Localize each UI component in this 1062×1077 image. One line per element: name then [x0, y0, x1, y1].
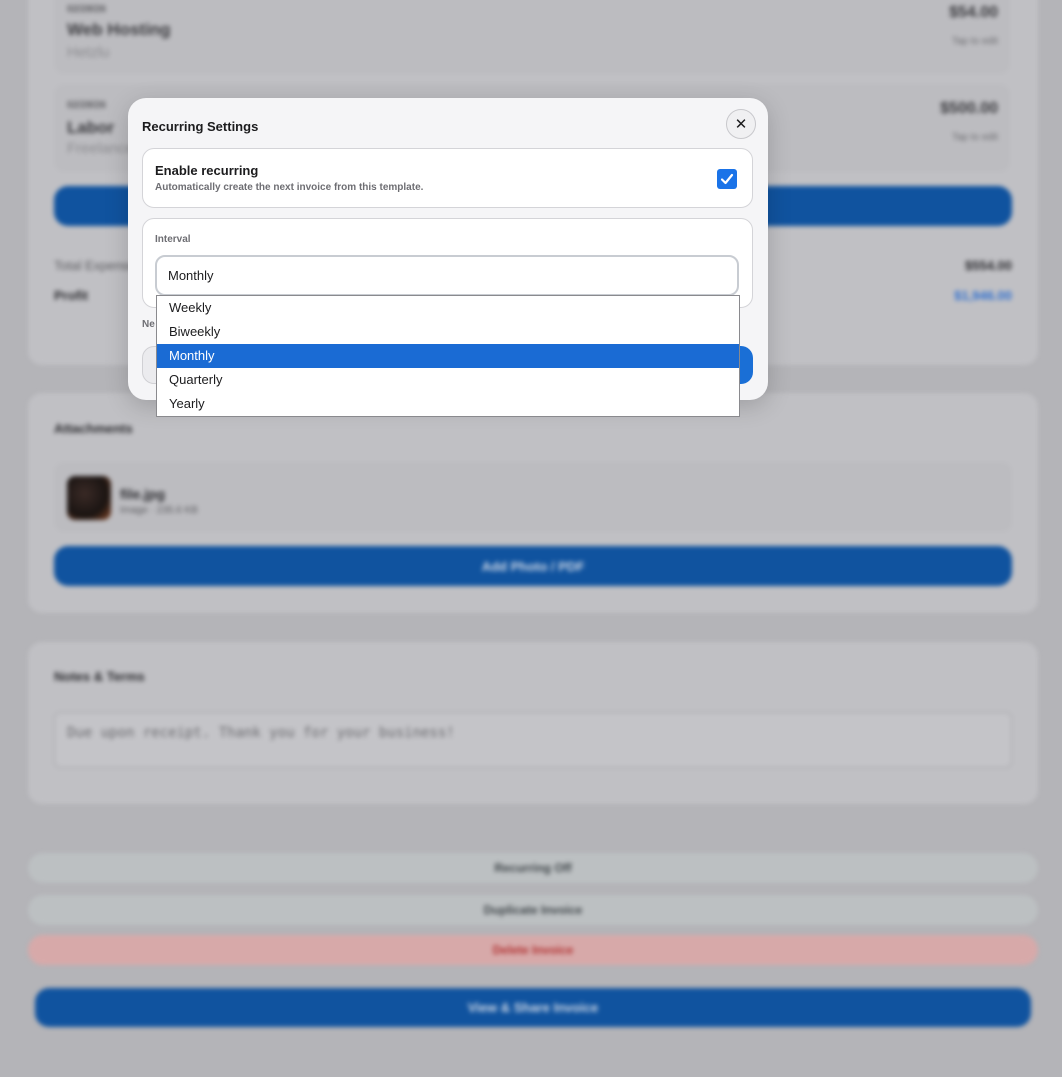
attachments-title: Attachments: [54, 421, 133, 436]
attachment-item[interactable]: [54, 462, 1012, 532]
expense-edit-hint: Tap to edit: [951, 36, 998, 47]
recurring-off-button[interactable]: Recurring Off: [28, 853, 1038, 883]
interval-option-monthly[interactable]: Monthly: [157, 344, 739, 368]
attachment-name: file.jpg: [120, 486, 166, 502]
close-button[interactable]: ✕: [726, 109, 756, 139]
expense-date: 02/28/26: [67, 100, 106, 111]
notes-title: Notes & Terms: [54, 669, 145, 684]
total-expenses-value: $554.00: [965, 258, 1012, 273]
attachment-thumbnail: [67, 476, 111, 520]
enable-recurring-section: Enable recurring Automatically create th…: [142, 148, 753, 208]
profit-label: Profit: [54, 288, 88, 303]
interval-select[interactable]: Monthly: [155, 255, 739, 296]
notes-textarea[interactable]: Due upon receipt. Thank you for your bus…: [54, 712, 1012, 768]
enable-recurring-title: Enable recurring: [155, 163, 259, 178]
enable-recurring-description: Automatically create the next invoice fr…: [155, 182, 424, 193]
expense-edit-hint: Tap to edit: [951, 132, 998, 143]
expense-date: 02/28/26: [67, 4, 106, 15]
enable-recurring-checkbox[interactable]: [717, 169, 737, 189]
profit-value: $1,946.00: [954, 288, 1012, 303]
expense-vendor: Hetzlu: [67, 44, 110, 61]
close-icon: ✕: [734, 116, 748, 133]
expense-name: Labor: [67, 118, 115, 137]
attachment-meta: Image · 235.6 KB: [120, 505, 198, 516]
interval-select-value: Monthly: [168, 268, 214, 283]
checkmark-icon: [720, 173, 734, 185]
expense-row[interactable]: 02/28/26 Web Hosting Hetzlu $54.00 Tap t…: [54, 0, 1010, 74]
interval-option-yearly[interactable]: Yearly: [157, 392, 739, 416]
expense-amount: $500.00: [940, 100, 998, 117]
modal-title: Recurring Settings: [142, 119, 259, 134]
interval-option-quarterly[interactable]: Quarterly: [157, 368, 739, 392]
view-share-invoice-button[interactable]: View & Share Invoice: [35, 988, 1031, 1027]
duplicate-invoice-button[interactable]: Duplicate Invoice: [28, 895, 1038, 925]
interval-option-biweekly[interactable]: Biweekly: [157, 320, 739, 344]
delete-invoice-button[interactable]: Delete Invoice: [28, 935, 1038, 965]
expense-name: Web Hosting: [67, 20, 171, 39]
interval-dropdown-list: Weekly Biweekly Monthly Quarterly Yearly: [156, 295, 740, 417]
expense-amount: $54.00: [949, 4, 998, 21]
interval-option-weekly[interactable]: Weekly: [157, 296, 739, 320]
next-invoice-label: Ne: [142, 319, 155, 330]
add-photo-button[interactable]: Add Photo / PDF: [54, 546, 1012, 586]
interval-label: Interval: [155, 234, 191, 245]
